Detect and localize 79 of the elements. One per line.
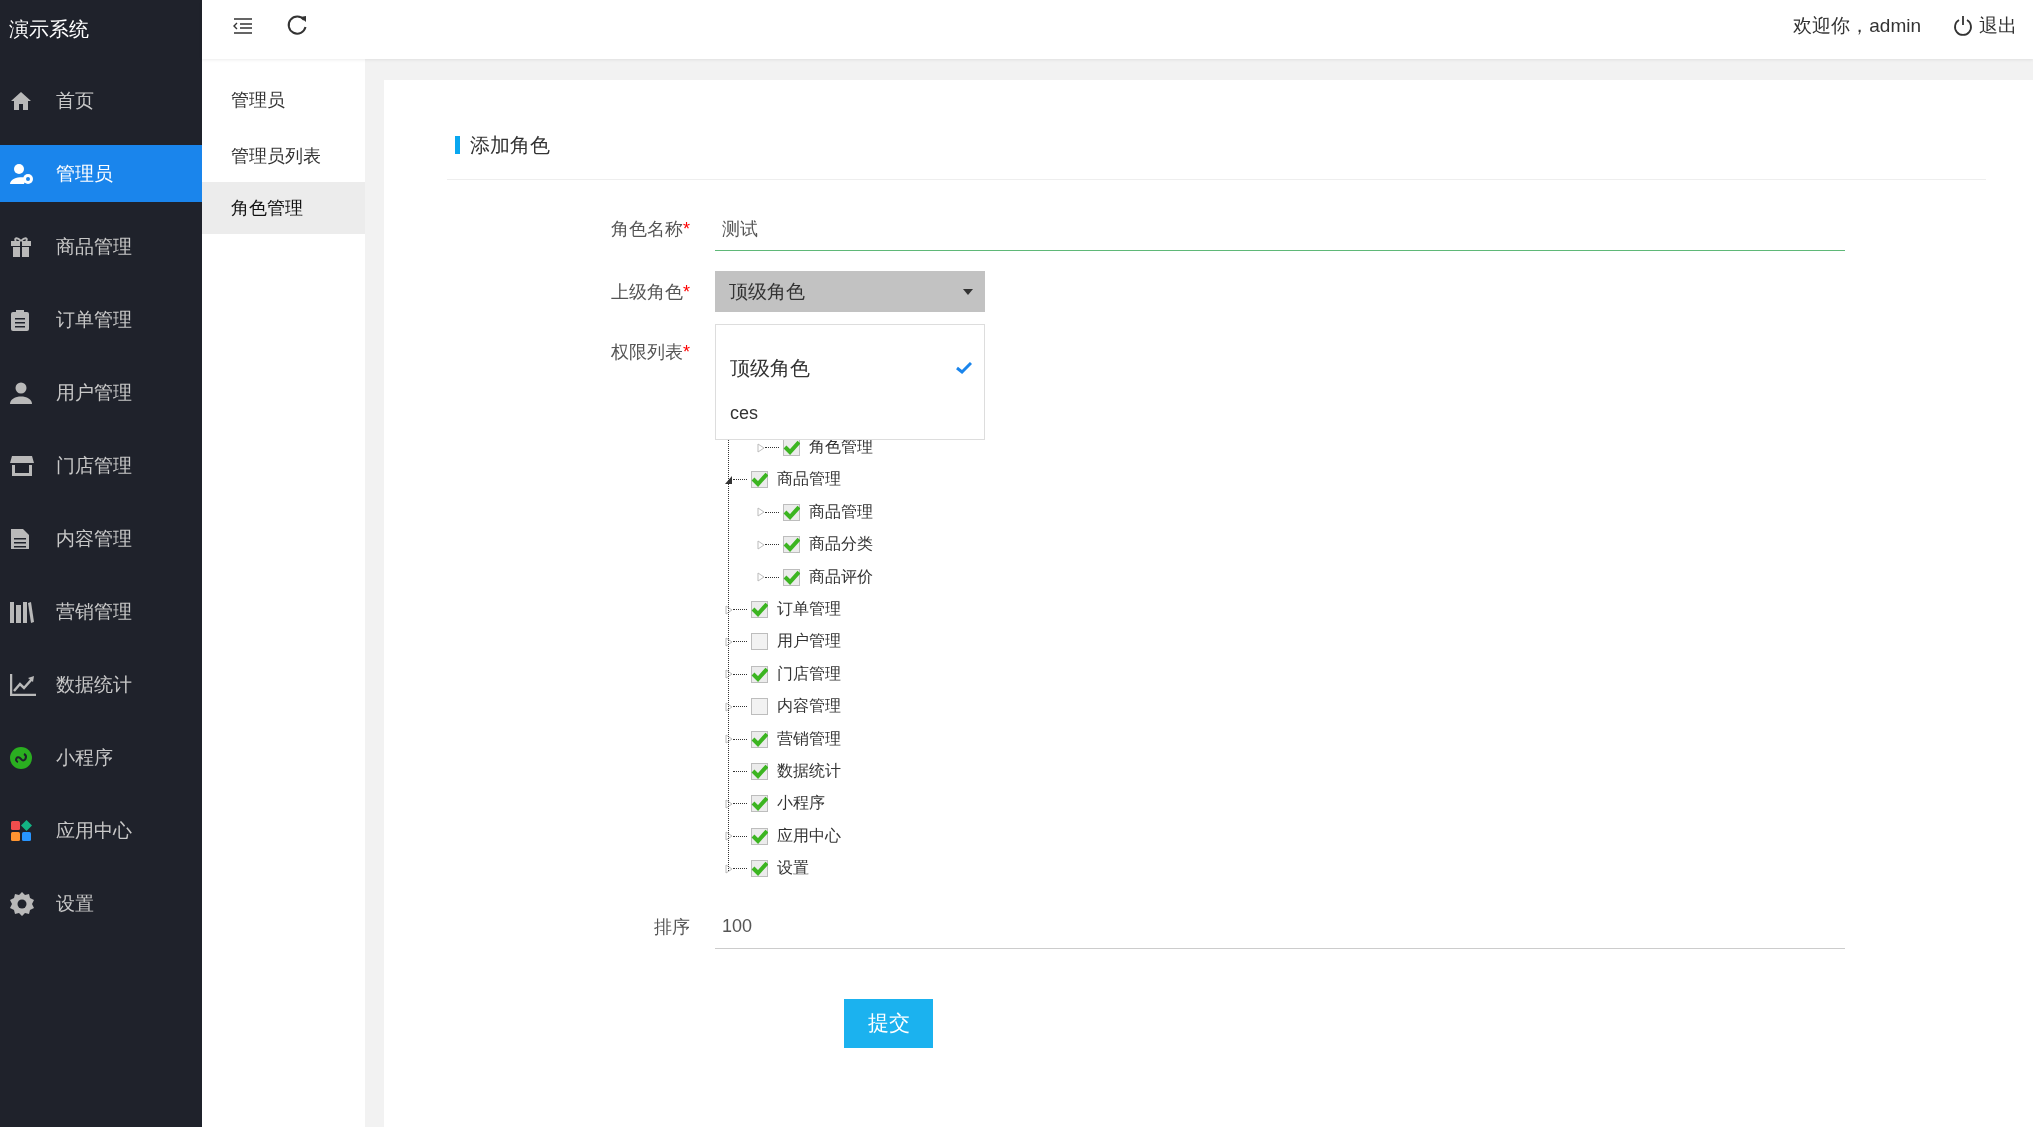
mini-program-icon bbox=[10, 746, 32, 769]
home-icon bbox=[10, 90, 32, 111]
sidebar-item[interactable]: 小程序 bbox=[0, 729, 202, 786]
document-icon bbox=[10, 527, 30, 550]
tree-node-label[interactable]: 营销管理 bbox=[777, 728, 841, 750]
tree-node-label[interactable]: 数据统计 bbox=[777, 761, 841, 782]
apps-icon bbox=[10, 819, 32, 842]
sidebar-item[interactable]: 内容管理 bbox=[0, 510, 202, 567]
checkbox[interactable] bbox=[751, 827, 768, 845]
collapsed-arrow-icon[interactable] bbox=[725, 701, 733, 712]
user-gear-icon bbox=[10, 162, 34, 185]
checkbox[interactable] bbox=[751, 860, 768, 878]
checkbox[interactable] bbox=[751, 795, 768, 813]
menu-fold-icon[interactable] bbox=[232, 17, 254, 34]
checkbox[interactable] bbox=[751, 633, 768, 651]
user-icon bbox=[10, 381, 32, 404]
checkbox[interactable] bbox=[783, 536, 800, 554]
submenu-item[interactable]: 角色管理 bbox=[202, 182, 365, 234]
dropdown-option[interactable]: ces bbox=[716, 393, 984, 433]
tree-node-label[interactable]: 小程序 bbox=[777, 793, 825, 815]
tree-node-label[interactable]: 订单管理 bbox=[777, 599, 841, 621]
tree-node-label[interactable]: 商品评价 bbox=[809, 566, 873, 588]
parent-role-select[interactable]: 顶级角色 bbox=[715, 271, 985, 312]
tree-node-label[interactable]: 商品分类 bbox=[809, 534, 873, 556]
sidebar-item[interactable]: 用户管理 bbox=[0, 364, 202, 421]
sidebar-item[interactable]: 数据统计 bbox=[0, 656, 202, 713]
checkbox[interactable] bbox=[783, 503, 800, 521]
field-label: 角色名称* bbox=[610, 218, 690, 241]
submenu-title: 管理员 bbox=[230, 89, 286, 112]
sidebar-item[interactable]: 订单管理 bbox=[0, 291, 202, 348]
field-label: 权限列表* bbox=[610, 341, 690, 364]
tree-node-label[interactable]: 商品管理 bbox=[809, 501, 873, 523]
dropdown-option[interactable]: 顶级角色 bbox=[716, 343, 984, 393]
welcome-text: 欢迎你，admin bbox=[1793, 13, 1921, 38]
collapsed-arrow-icon[interactable] bbox=[725, 636, 733, 647]
checkbox[interactable] bbox=[751, 601, 768, 619]
collapsed-arrow-icon[interactable] bbox=[725, 734, 733, 745]
sidebar-item[interactable]: 管理员 bbox=[0, 145, 202, 202]
title-accent-bar bbox=[455, 136, 460, 154]
form-title: 添加角色 bbox=[470, 133, 550, 158]
tree-node-label[interactable]: 应用中心 bbox=[777, 825, 841, 847]
sidebar-item[interactable]: 设置 bbox=[0, 875, 202, 932]
logout-label[interactable]: 退出 bbox=[1979, 12, 2017, 39]
submenu-item[interactable]: 管理员列表 bbox=[202, 130, 365, 182]
checkbox[interactable] bbox=[751, 665, 768, 683]
tree-node-label[interactable]: 用户管理 bbox=[777, 631, 841, 653]
line-chart-icon bbox=[10, 673, 36, 696]
sidebar-item[interactable]: 商品管理 bbox=[0, 218, 202, 275]
collapsed-arrow-icon[interactable] bbox=[725, 863, 733, 874]
collapsed-arrow-icon[interactable] bbox=[725, 604, 733, 615]
collapsed-arrow-icon[interactable] bbox=[725, 798, 733, 809]
field-label: 排序 bbox=[653, 915, 690, 939]
tree-node-label[interactable]: 商品管理 bbox=[777, 469, 841, 491]
books-icon bbox=[10, 600, 34, 623]
store-icon bbox=[10, 454, 34, 477]
sidebar-item[interactable]: 营销管理 bbox=[0, 583, 202, 640]
refresh-icon[interactable] bbox=[286, 14, 308, 37]
power-icon bbox=[1953, 14, 1973, 37]
sidebar-item[interactable]: 门店管理 bbox=[0, 437, 202, 494]
checkbox[interactable] bbox=[751, 471, 768, 489]
checkbox[interactable] bbox=[783, 568, 800, 586]
clipboard-icon bbox=[10, 308, 30, 331]
checkbox[interactable] bbox=[751, 730, 768, 748]
collapsed-arrow-icon[interactable] bbox=[725, 831, 733, 842]
logout-link[interactable]: 退出 bbox=[1953, 12, 2017, 39]
collapsed-arrow-icon[interactable] bbox=[725, 669, 733, 680]
checkbox[interactable] bbox=[751, 698, 768, 716]
sidebar-item[interactable]: 首页 bbox=[0, 72, 202, 129]
app-title: 演示系统 bbox=[8, 17, 90, 42]
tree-node-label[interactable]: 设置 bbox=[777, 858, 809, 880]
tree-node-label[interactable]: 内容管理 bbox=[777, 696, 841, 718]
sidebar-item[interactable]: 应用中心 bbox=[0, 802, 202, 859]
settings-icon bbox=[10, 891, 34, 916]
caret-icon bbox=[963, 288, 973, 295]
gift-icon bbox=[10, 235, 32, 258]
checkbox[interactable] bbox=[751, 763, 768, 780]
field-label: 上级角色* bbox=[610, 280, 690, 304]
expanded-arrow-icon[interactable] bbox=[725, 474, 733, 485]
tree-node-label[interactable]: 门店管理 bbox=[777, 663, 841, 685]
